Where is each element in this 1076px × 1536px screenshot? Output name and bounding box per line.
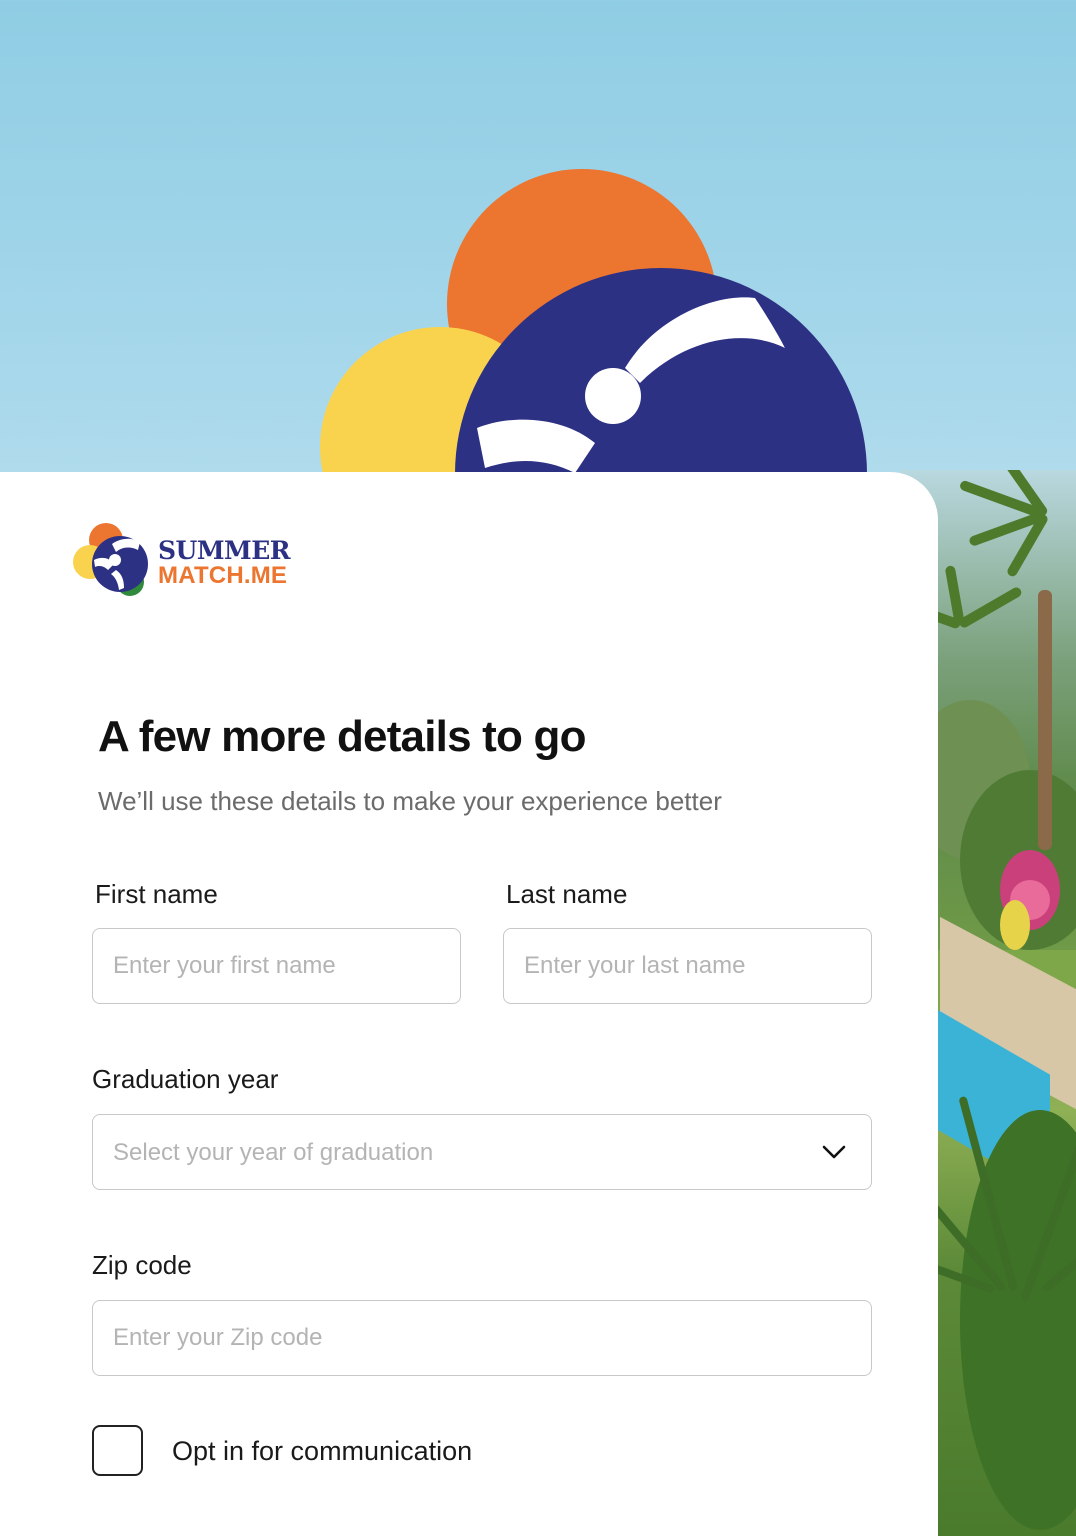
last-name-input[interactable] [503,928,872,1004]
page-subtitle: We’ll use these details to make your exp… [98,786,722,816]
opt-in-label[interactable]: Opt in for communication [172,1436,472,1467]
first-name-label: First name [95,879,218,909]
graduation-year-select[interactable]: Select your year of graduation [92,1114,872,1190]
graduation-year-label: Graduation year [92,1064,279,1094]
beach-ball-logo-icon [73,523,148,596]
zip-code-label: Zip code [92,1250,192,1280]
logo-text-summer: SUMMER [158,536,291,565]
first-name-input[interactable] [92,928,461,1004]
chevron-down-icon[interactable] [821,1141,847,1163]
logo-text-matchme: MATCH.ME [158,562,288,589]
page-title: A few more details to go [98,712,586,761]
zip-code-input[interactable] [92,1300,872,1376]
opt-in-checkbox[interactable] [92,1425,143,1476]
summermatch-logo: SUMMER MATCH.ME [72,522,322,598]
form-card [0,472,938,1536]
last-name-label: Last name [506,879,628,909]
graduation-year-placeholder: Select your year of graduation [113,1139,434,1166]
